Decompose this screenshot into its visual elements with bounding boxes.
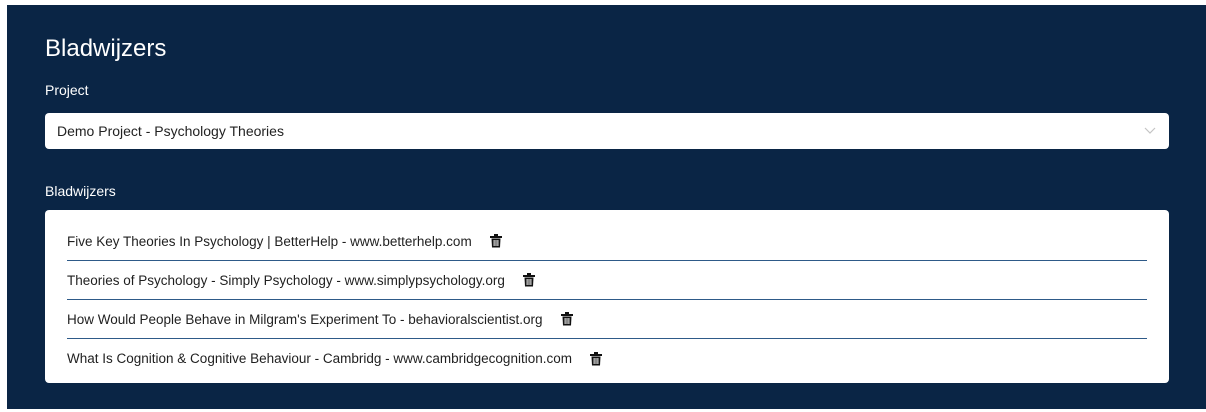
project-label: Project bbox=[45, 82, 89, 98]
trash-icon[interactable] bbox=[522, 272, 536, 288]
bookmark-link[interactable]: What Is Cognition & Cognitive Behaviour … bbox=[67, 351, 572, 366]
trash-icon[interactable] bbox=[560, 311, 574, 327]
bookmark-link[interactable]: How Would People Behave in Milgram's Exp… bbox=[67, 312, 543, 327]
trash-icon[interactable] bbox=[589, 351, 603, 367]
page-title: Bladwijzers bbox=[45, 35, 167, 62]
project-select-value: Demo Project - Psychology Theories bbox=[57, 123, 284, 139]
bookmark-item: What Is Cognition & Cognitive Behaviour … bbox=[67, 339, 1147, 378]
bookmarks-panel: Bladwijzers Project Demo Project - Psych… bbox=[7, 5, 1206, 409]
chevron-down-icon bbox=[1143, 124, 1157, 138]
bookmark-link[interactable]: Theories of Psychology - Simply Psycholo… bbox=[67, 273, 505, 288]
bookmark-item: How Would People Behave in Milgram's Exp… bbox=[67, 300, 1147, 339]
bookmark-item: Five Key Theories In Psychology | Better… bbox=[67, 222, 1147, 261]
project-select[interactable]: Demo Project - Psychology Theories bbox=[45, 113, 1169, 149]
bookmark-item: Theories of Psychology - Simply Psycholo… bbox=[67, 261, 1147, 300]
bookmark-link[interactable]: Five Key Theories In Psychology | Better… bbox=[67, 234, 472, 249]
trash-icon[interactable] bbox=[489, 233, 503, 249]
bookmarks-list: Five Key Theories In Psychology | Better… bbox=[45, 210, 1169, 383]
bookmarks-label: Bladwijzers bbox=[45, 183, 116, 199]
